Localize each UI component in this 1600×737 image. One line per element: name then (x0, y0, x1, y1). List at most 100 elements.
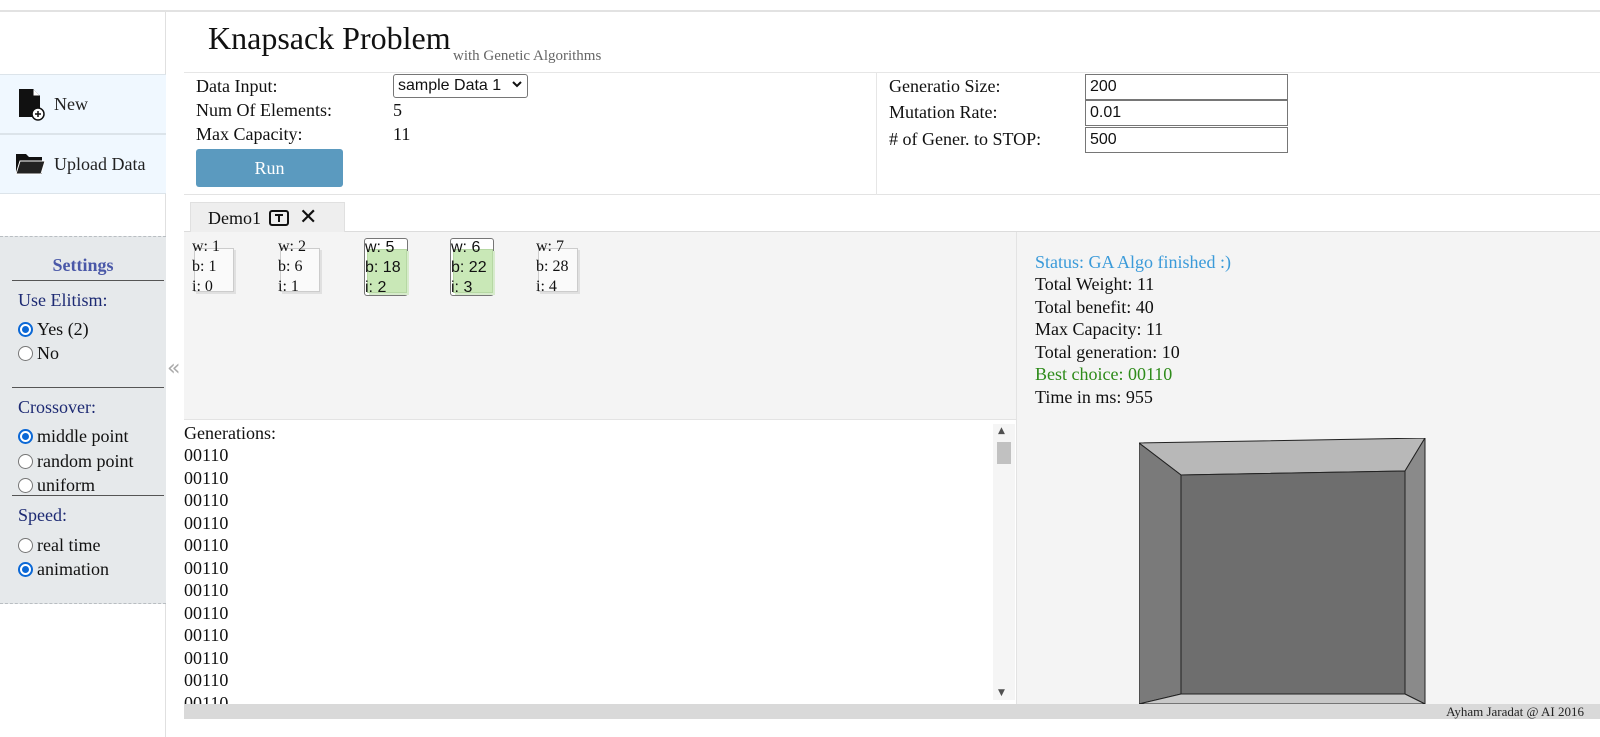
best-choice: Best choice: 00110 (1035, 364, 1173, 384)
form-divider (876, 73, 877, 195)
stop-generation-input[interactable]: 500 (1085, 127, 1288, 153)
time-ms: Time in ms: 955 (1035, 387, 1153, 407)
settings-panel: Settings Use Elitism: Yes (2) No Crossov… (0, 236, 166, 604)
scroll-up-icon[interactable]: ▲ (998, 426, 1005, 436)
data-input-select[interactable]: sample Data 1 (393, 74, 528, 98)
status-text: Status: GA Algo finished :) (1035, 252, 1232, 272)
divider (12, 387, 164, 388)
upload-data-button[interactable]: Upload Data (0, 134, 166, 194)
generation-row: 00110 (184, 580, 229, 600)
scrollbar-thumb[interactable] (997, 442, 1011, 464)
new-file-icon (12, 86, 48, 122)
chevron-down-icon (511, 78, 523, 93)
divider (12, 280, 164, 281)
run-button[interactable]: Run (196, 149, 343, 187)
radio-checked[interactable] (18, 322, 33, 337)
num-elements-value: 5 (393, 100, 402, 120)
new-label: New (54, 93, 88, 114)
tab-bar: Demo1 ✕ (184, 196, 1600, 233)
generation-row: 00110 (184, 557, 229, 578)
generation-row: 00110 (184, 535, 229, 555)
item-weight: w: 2 (278, 238, 306, 255)
radio-unchecked[interactable] (18, 478, 33, 493)
tab-demo1[interactable]: Demo1 ✕ (190, 202, 345, 233)
close-tab-icon[interactable]: ✕ (299, 207, 317, 229)
item-index: i: 1 (278, 278, 299, 295)
max-capacity-stat: Max Capacity: 11 (1035, 319, 1164, 339)
crossover-label: Crossover: (18, 397, 96, 417)
elitism-yes-option[interactable]: Yes (2) (18, 319, 89, 340)
settings-title: Settings (52, 255, 114, 275)
item-index: i: 0 (192, 278, 213, 295)
item-weight: w: 1 (192, 238, 220, 255)
generation-row: 00110 (184, 692, 229, 705)
crossover-uniform-option[interactable]: uniform (18, 475, 95, 496)
generations-scrollbar[interactable]: ▲ ▼ (993, 424, 1015, 700)
crossover-middle-option[interactable]: middle point (18, 426, 129, 447)
collapse-sidebar-icon[interactable]: « (167, 356, 180, 381)
generation-size-label: Generatio Size: (889, 76, 1001, 96)
num-elements-label: Num Of Elements: (196, 100, 332, 120)
page-title: Knapsack Problem (208, 20, 451, 56)
speed-animation-option[interactable]: animation (18, 559, 109, 580)
total-weight: Total Weight: 11 (1035, 274, 1155, 294)
generation-row: 00110 (184, 625, 229, 645)
radio-unchecked[interactable] (18, 346, 33, 361)
top-rule (0, 10, 1600, 12)
item-weight: w: 5 (365, 239, 395, 256)
mutation-rate-input[interactable]: 0.01 (1085, 100, 1288, 126)
scroll-down-icon[interactable]: ▼ (998, 688, 1005, 698)
data-input-label: Data Input: (196, 76, 278, 96)
elitism-no-option[interactable]: No (18, 343, 59, 364)
knapsack-item: w: 1 b: 1 i: 0 (192, 238, 236, 296)
speed-label: Speed: (18, 505, 67, 525)
radio-checked[interactable] (18, 562, 33, 577)
stop-generation-label: # of Gener. to STOP: (889, 129, 1042, 149)
item-benefit: b: 18 (365, 259, 401, 276)
speed-realtime-option[interactable]: real time (18, 535, 100, 556)
max-capacity-value: 11 (393, 124, 411, 144)
generations-label: Generations: (184, 423, 276, 443)
elitism-label: Use Elitism: (18, 290, 108, 310)
generation-row: 00110 (184, 512, 229, 533)
knapsack-item: w: 6 b: 22 i: 3 (450, 238, 494, 296)
input-form: Data Input: sample Data 1 Num Of Element… (184, 73, 1600, 195)
rename-tab-icon[interactable] (269, 209, 289, 227)
upload-data-label: Upload Data (54, 153, 146, 174)
new-button[interactable]: New (0, 74, 166, 134)
knapsack-item: w: 2 b: 6 i: 1 (278, 238, 322, 296)
crossover-random-option[interactable]: random point (18, 451, 134, 472)
tab-label: Demo1 (208, 207, 261, 228)
footer: Ayham Jaradat @ AI 2016 (184, 704, 1600, 719)
folder-icon (12, 146, 48, 182)
radio-unchecked[interactable] (18, 454, 33, 469)
radio-checked[interactable] (18, 429, 33, 444)
total-generation: Total generation: 10 (1035, 342, 1180, 362)
item-weight: w: 6 (451, 239, 481, 256)
divider (12, 495, 164, 496)
item-index: i: 4 (536, 278, 557, 295)
max-capacity-label: Max Capacity: (196, 124, 303, 144)
generation-row: 00110 (184, 445, 229, 465)
item-index: i: 2 (365, 279, 387, 296)
generation-row: 00110 (184, 670, 229, 690)
radio-unchecked[interactable] (18, 538, 33, 553)
footer-credit: Ayham Jaradat @ AI 2016 (1446, 704, 1584, 719)
knapsack-item: w: 5 b: 18 i: 2 (364, 238, 408, 296)
generation-size-input[interactable]: 200 (1085, 74, 1288, 100)
sidebar: New Upload Data Settings Use Elitism: Ye… (0, 12, 166, 737)
status-panel: Status: GA Algo finished :) Total Weight… (1016, 232, 1600, 705)
items-panel: w: 1 b: 1 i: 0 w: 2 b: 6 i: 1 w: 5 b: 18 i: 2 w: … (184, 232, 1016, 420)
generation-row: 00110 (184, 602, 229, 623)
knapsack-illustration (1137, 436, 1429, 709)
generation-row: 00110 (184, 467, 229, 488)
item-weight: w: 7 (536, 238, 564, 255)
total-benefit: Total benefit: 40 (1035, 297, 1154, 317)
item-benefit: b: 1 (192, 258, 217, 275)
item-index: i: 3 (451, 279, 473, 296)
mutation-rate-label: Mutation Rate: (889, 102, 998, 122)
generations-log: Generations: 00110 00110 00110 00110 00110 00… (184, 421, 1016, 704)
generation-row: 00110 (184, 647, 229, 668)
page-subtitle: with Genetic Algorithms (453, 48, 602, 64)
item-benefit: b: 28 (536, 258, 569, 275)
